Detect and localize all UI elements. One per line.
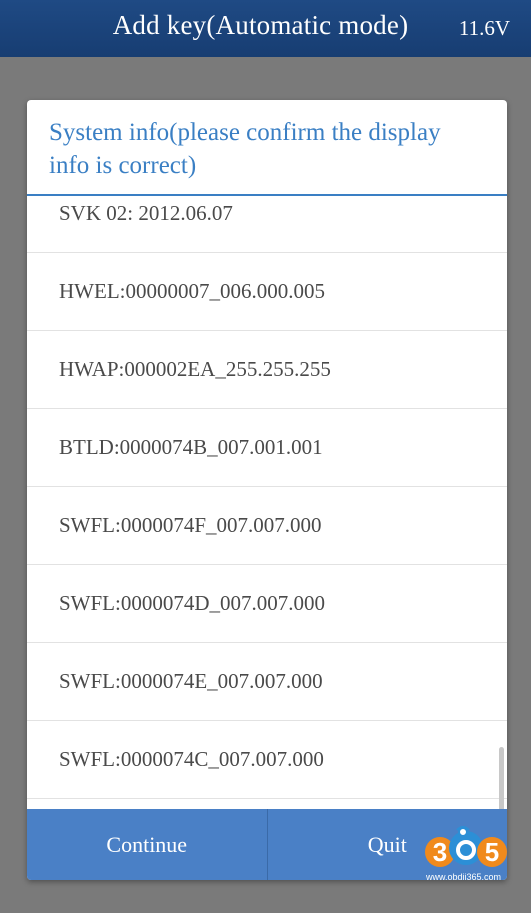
svg-text:3: 3 bbox=[433, 837, 447, 867]
list-item: SVK 02: 2012.06.07 bbox=[27, 196, 507, 253]
svg-text:5: 5 bbox=[485, 837, 499, 867]
system-info-dialog: System info(please confirm the display i… bbox=[27, 100, 507, 880]
page-title: Add key(Automatic mode) bbox=[112, 10, 409, 40]
list-item: HWAP:000002EA_255.255.255 bbox=[27, 331, 507, 409]
voltage-readout: 11.6V bbox=[458, 16, 510, 40]
info-list-content: SVK 02: 2012.06.07 HWEL:00000007_006.000… bbox=[27, 196, 507, 799]
list-item: HWEL:00000007_006.000.005 bbox=[27, 253, 507, 331]
list-item: SWFL:0000074C_007.007.000 bbox=[27, 721, 507, 799]
watermark-logo: 3 5 www.obdii365.com bbox=[424, 826, 524, 886]
title-bar: Add key(Automatic mode) 11.6V bbox=[0, 0, 531, 57]
watermark-logo-icon: 3 5 bbox=[425, 826, 507, 867]
list-item: SWFL:0000074F_007.007.000 bbox=[27, 487, 507, 565]
list-item: BTLD:0000074B_007.001.001 bbox=[27, 409, 507, 487]
list-item: SWFL:0000074D_007.007.000 bbox=[27, 565, 507, 643]
dialog-title: System info(please confirm the display i… bbox=[27, 100, 507, 196]
continue-button[interactable]: Continue bbox=[27, 809, 268, 880]
info-list[interactable]: SVK 02: 2012.06.07 HWEL:00000007_006.000… bbox=[27, 196, 507, 880]
watermark-url: www.obdii365.com bbox=[426, 872, 502, 882]
list-item: SWFL:0000074E_007.007.000 bbox=[27, 643, 507, 721]
